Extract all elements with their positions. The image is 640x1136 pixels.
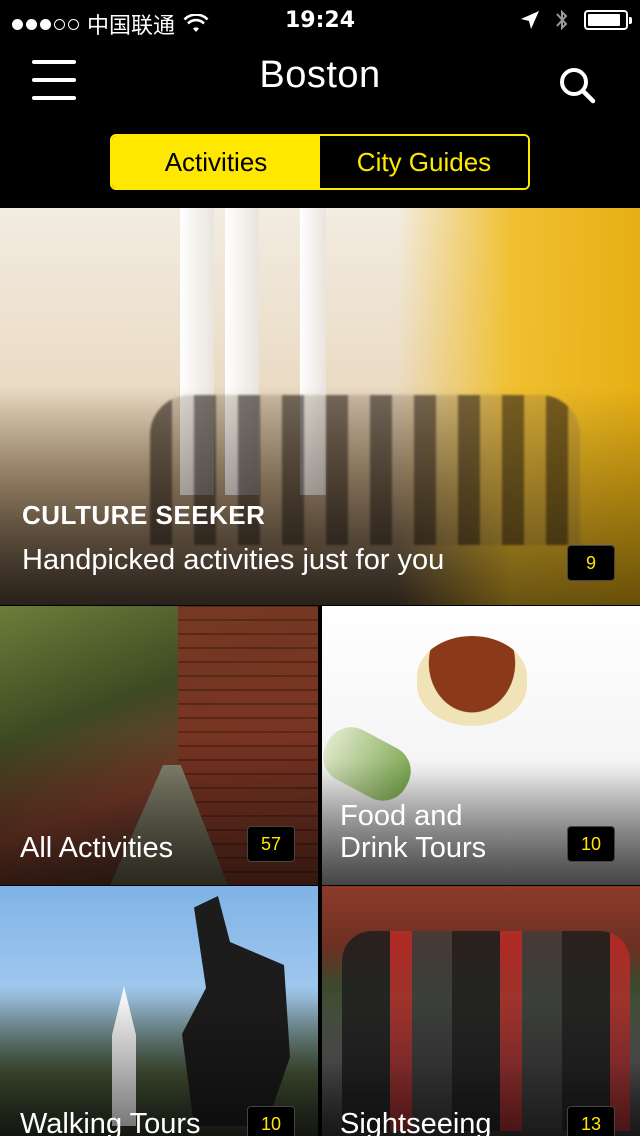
walking-tours-card[interactable]: Walking Tours 10 (0, 886, 318, 1136)
location-arrow-icon (521, 11, 539, 29)
tab-city-guides[interactable]: City Guides (320, 136, 528, 188)
bluetooth-icon (556, 9, 568, 31)
card-title: All Activities (20, 832, 174, 864)
card-title: Walking Tours (20, 1108, 201, 1136)
tab-activities[interactable]: Activities (112, 136, 320, 188)
activity-count-badge: 9 (567, 545, 615, 581)
card-subtitle: Handpicked activities just for you (22, 544, 445, 576)
card-title-line: Drink Tours (340, 832, 487, 864)
food-and-drink-tours-card[interactable]: Food and Drink Tours 10 (322, 606, 640, 885)
status-bar: 中国联通 19:24 (0, 0, 640, 40)
activity-count-badge: 13 (567, 1106, 615, 1136)
segmented-control: Activities City Guides (110, 134, 530, 190)
card-title: Sightseeing (340, 1108, 492, 1136)
sightseeing-card[interactable]: Sightseeing 13 (322, 886, 640, 1136)
nav-bar: Boston (0, 40, 640, 120)
activity-count-badge: 10 (247, 1106, 295, 1136)
culture-seeker-card[interactable]: CULTURE SEEKER Handpicked activities jus… (0, 208, 640, 605)
all-activities-card[interactable]: All Activities 57 (0, 606, 318, 885)
activity-count-badge: 10 (567, 826, 615, 862)
page-title: Boston (259, 54, 381, 96)
card-title: Food and Drink Tours (340, 800, 486, 864)
dessert-image (417, 636, 527, 726)
battery-icon (584, 10, 632, 30)
card-heading: CULTURE SEEKER (22, 500, 266, 530)
search-icon[interactable] (558, 66, 596, 104)
card-title-line: Food and (340, 800, 463, 832)
activity-count-badge: 57 (247, 826, 295, 862)
status-right (520, 8, 632, 32)
